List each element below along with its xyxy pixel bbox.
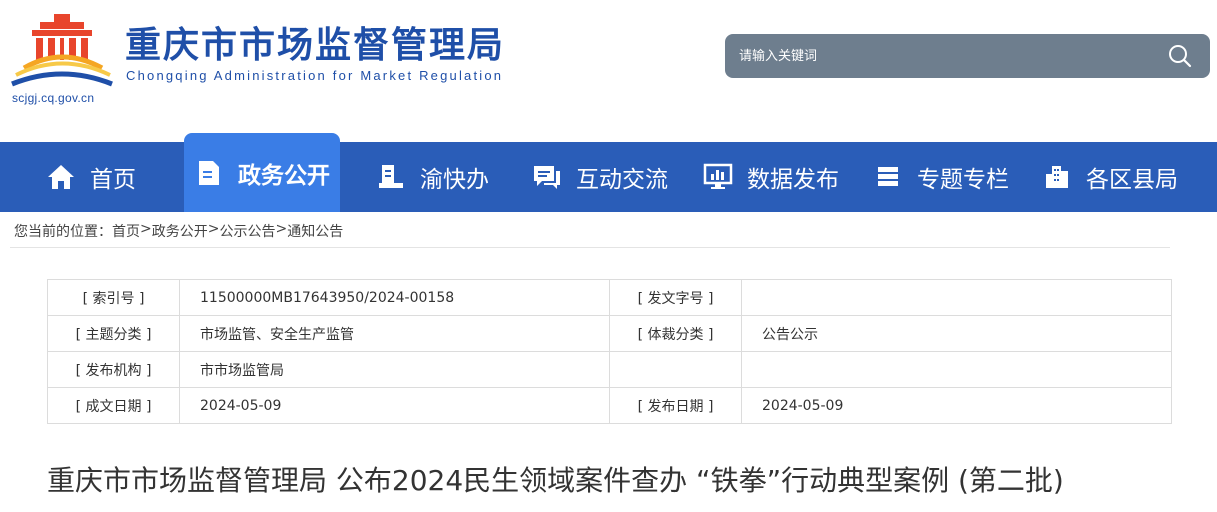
info-value xyxy=(741,279,1172,316)
breadcrumb-separator: > xyxy=(275,221,288,237)
search-icon[interactable] xyxy=(1168,44,1192,68)
info-value: 2024-05-09 xyxy=(179,387,610,424)
info-label: [ 索引号 ] xyxy=(47,279,180,316)
table-row: [ 主题分类 ] 市场监管、安全生产监管 [ 体裁分类 ] 公告公示 xyxy=(47,315,1172,352)
info-label: [ 发布机构 ] xyxy=(47,351,180,388)
nav-item-data-release[interactable]: 数据发布 xyxy=(703,142,839,212)
nav-label: 互动交流 xyxy=(576,167,668,193)
info-value: 市场监管、安全生产监管 xyxy=(179,315,610,352)
search-bar xyxy=(725,34,1210,78)
main-nav: 首页 政务公开 渝快办 互动交流 数据发布 专题专栏 各区县局 xyxy=(0,133,1217,212)
breadcrumb-separator: > xyxy=(207,221,220,237)
info-value xyxy=(741,351,1172,388)
nav-item-gov-affairs[interactable]: 政务公开 xyxy=(184,133,340,212)
stack-icon xyxy=(873,162,903,192)
info-value: 公告公示 xyxy=(741,315,1172,352)
nav-label: 政务公开 xyxy=(238,162,330,189)
info-label: [ 发文字号 ] xyxy=(609,279,742,316)
document-icon xyxy=(194,158,224,188)
nav-label: 各区县局 xyxy=(1086,167,1178,193)
site-url: scjgj.cq.gov.cn xyxy=(12,91,95,105)
breadcrumb-gov-affairs[interactable]: 政务公开 xyxy=(152,221,208,241)
info-label: [ 体裁分类 ] xyxy=(609,315,742,352)
breadcrumb-separator: > xyxy=(140,221,152,237)
site-title[interactable]: 重庆市市场监督管理局 xyxy=(125,24,505,68)
document-info-table: [ 索引号 ] 11500000MB17643950/2024-00158 [ … xyxy=(47,279,1172,424)
info-value: 市市场监管局 xyxy=(179,351,610,388)
info-label: [ 发布日期 ] xyxy=(609,387,742,424)
info-label xyxy=(609,351,742,388)
breadcrumb-home[interactable]: 首页 xyxy=(112,221,140,241)
desk-icon xyxy=(376,162,406,192)
nav-item-interaction[interactable]: 互动交流 xyxy=(532,142,668,212)
nav-item-special-topics[interactable]: 专题专栏 xyxy=(873,142,1009,212)
breadcrumb-announcements[interactable]: 公示公告 xyxy=(219,221,275,241)
chat-icon xyxy=(532,162,562,192)
table-row: [ 发布机构 ] 市市场监管局 xyxy=(47,351,1172,388)
nav-item-district-bureaus[interactable]: 各区县局 xyxy=(1042,142,1178,212)
info-label: [ 成文日期 ] xyxy=(47,387,180,424)
search-input[interactable] xyxy=(739,34,1139,78)
site-header: scjgj.cq.gov.cn 重庆市市场监督管理局 Chongqing Adm… xyxy=(0,0,1217,142)
breadcrumb-notices[interactable]: 通知公告 xyxy=(287,221,343,241)
table-row: [ 成文日期 ] 2024-05-09 [ 发布日期 ] 2024-05-09 xyxy=(47,387,1172,424)
breadcrumb: 您当前的位置： 首页 > 政务公开 > 公示公告 > 通知公告 xyxy=(14,221,343,241)
nav-label: 首页 xyxy=(90,167,136,193)
nav-item-yukuaiban[interactable]: 渝快办 xyxy=(376,142,489,212)
buildings-icon xyxy=(1042,162,1072,192)
breadcrumb-divider xyxy=(10,247,1170,248)
nav-label: 专题专栏 xyxy=(917,167,1009,193)
article-title: 重庆市市场监督管理局 公布2024民生领域案件查办 “铁拳”行动典型案例 (第二… xyxy=(47,464,1064,497)
home-icon xyxy=(46,162,76,192)
info-value: 11500000MB17643950/2024-00158 xyxy=(179,279,610,316)
nav-item-home[interactable]: 首页 xyxy=(46,142,136,212)
info-value: 2024-05-09 xyxy=(741,387,1172,424)
emblem-logo-icon[interactable] xyxy=(10,12,114,90)
nav-label: 渝快办 xyxy=(420,167,489,193)
breadcrumb-prefix: 您当前的位置： xyxy=(14,224,112,240)
monitor-chart-icon xyxy=(703,162,733,192)
site-title-en: Chongqing Administration for Market Regu… xyxy=(126,68,504,83)
info-label: [ 主题分类 ] xyxy=(47,315,180,352)
nav-label: 数据发布 xyxy=(747,167,839,193)
table-row: [ 索引号 ] 11500000MB17643950/2024-00158 [ … xyxy=(47,279,1172,316)
